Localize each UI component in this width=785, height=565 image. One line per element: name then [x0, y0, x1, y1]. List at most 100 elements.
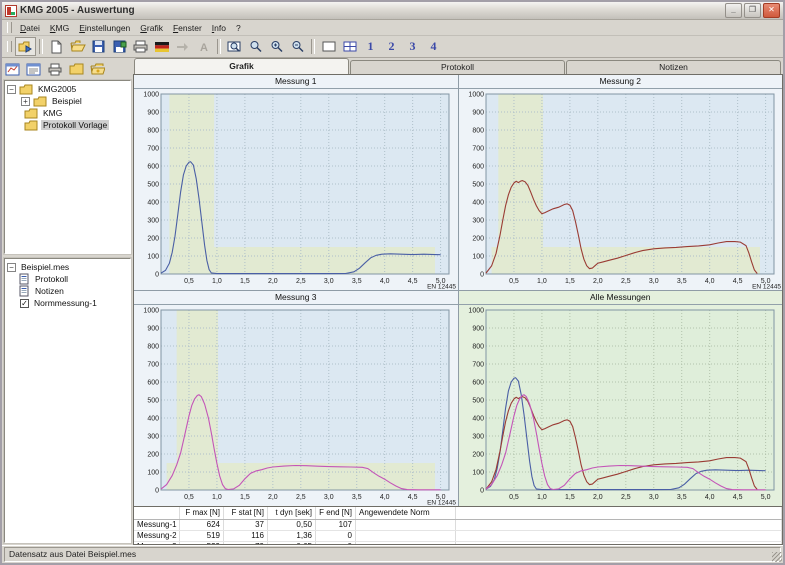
tab-grafik[interactable]: Grafik	[134, 58, 349, 74]
menu-item-einstellungen[interactable]: Einstellungen	[74, 22, 135, 34]
svg-text:0,5: 0,5	[509, 494, 519, 501]
table-header-cell	[456, 507, 782, 519]
new-file-button[interactable]	[46, 37, 67, 56]
table-cell	[456, 542, 782, 544]
font-button[interactable]: A	[193, 37, 214, 56]
svg-text:2,0: 2,0	[268, 278, 278, 285]
explorer-toggle-button[interactable]	[15, 37, 36, 56]
table-row-label[interactable]: Messung-2	[134, 531, 180, 541]
svg-text:1,5: 1,5	[565, 278, 575, 285]
chart-plot[interactable]: 010020030040050060070080090010000,51,01,…	[134, 89, 458, 289]
tree-item-beispiel[interactable]: + Beispiel	[5, 95, 130, 107]
table-cell: 107	[316, 520, 356, 530]
tree-item-label: Normmessung-1	[32, 298, 99, 308]
collapse-icon[interactable]: −	[7, 263, 16, 272]
view-1-button[interactable]: 1	[360, 37, 381, 56]
zoom-in-button[interactable]	[266, 37, 287, 56]
tab-protokoll[interactable]: Protokoll	[350, 60, 565, 74]
menu-item-kmg[interactable]: KMG	[45, 22, 74, 34]
view-4-button[interactable]: 4	[423, 37, 444, 56]
table-row-label[interactable]: Messung-3	[134, 542, 180, 544]
folder-button[interactable]	[67, 62, 85, 77]
svg-text:0,5: 0,5	[184, 278, 194, 285]
svg-text:0,5: 0,5	[509, 278, 519, 285]
svg-text:800: 800	[147, 128, 159, 135]
view-quad-button[interactable]	[339, 37, 360, 56]
menu-item-[interactable]: ?	[231, 22, 246, 34]
folder-open-button[interactable]	[88, 62, 106, 77]
svg-text:300: 300	[147, 434, 159, 441]
svg-text:100: 100	[472, 470, 484, 477]
tree-item-notizen[interactable]: Notizen	[5, 285, 130, 297]
menu-bar: DateiKMGEinstellungenGrafikFensterInfo?	[2, 20, 783, 36]
table-cell: 37	[224, 520, 268, 530]
tree-item-label: Protokoll Vorlage	[41, 120, 109, 130]
language-german-button[interactable]	[151, 37, 172, 56]
printer-small-button[interactable]	[46, 62, 64, 77]
table-cell: 529	[180, 542, 224, 544]
save-button[interactable]	[88, 37, 109, 56]
status-bar: Datensatz aus Datei Beispiel.mes	[2, 545, 783, 563]
table-row: Messung-1624370,50107	[134, 520, 782, 531]
svg-text:0,5: 0,5	[184, 494, 194, 501]
svg-text:4,0: 4,0	[704, 278, 714, 285]
svg-text:3,0: 3,0	[324, 494, 334, 501]
forward-button[interactable]	[172, 37, 193, 56]
close-button[interactable]: ✕	[763, 3, 780, 18]
norm-label: EN 12445	[427, 284, 456, 290]
chart-window-button[interactable]	[4, 62, 22, 77]
open-file-button[interactable]	[67, 37, 88, 56]
title-bar: KMG 2005 - Auswertung _ ❐ ✕	[2, 2, 783, 20]
checkbox-checked-icon[interactable]: ✓	[20, 299, 29, 308]
left-panel: − KMG2005 + Beispiel KMG	[2, 58, 133, 545]
svg-text:3,5: 3,5	[676, 278, 686, 285]
view-single-icon	[322, 41, 336, 52]
zoom-window-button[interactable]	[224, 37, 245, 56]
zoom-button[interactable]	[245, 37, 266, 56]
tree-item-label: Beispiel	[50, 96, 84, 106]
report-window-button[interactable]	[25, 62, 43, 77]
tab-notizen[interactable]: Notizen	[566, 60, 781, 74]
minimize-button[interactable]: _	[725, 3, 742, 18]
window-title: KMG 2005 - Auswertung	[20, 5, 723, 16]
tree-item-file-root[interactable]: − Beispiel.mes	[5, 261, 130, 273]
app-window: KMG 2005 - Auswertung _ ❐ ✕ DateiKMGEins…	[0, 0, 785, 565]
table-header-cell: F stat [N]	[224, 507, 268, 519]
collapse-icon[interactable]: −	[7, 85, 16, 94]
zoom-out-button[interactable]	[287, 37, 308, 56]
view-3-button[interactable]: 3	[402, 37, 423, 56]
table-cell: 0	[316, 531, 356, 541]
tree-item-kmg[interactable]: KMG	[5, 107, 130, 119]
menu-item-datei[interactable]: Datei	[15, 22, 45, 34]
tree-item-normmessung[interactable]: ✓ Normmessung-1	[5, 297, 130, 309]
view-2-button[interactable]: 2	[381, 37, 402, 56]
svg-text:1,0: 1,0	[537, 278, 547, 285]
print-button[interactable]	[130, 37, 151, 56]
resize-grip[interactable]	[772, 552, 782, 562]
tree-item-root[interactable]: − KMG2005	[5, 83, 130, 95]
zoom-icon	[249, 40, 262, 53]
chart-plot[interactable]: 010020030040050060070080090010000,51,01,…	[459, 305, 783, 505]
view-single-button[interactable]	[318, 37, 339, 56]
chart-plot[interactable]: 010020030040050060070080090010000,51,01,…	[459, 89, 783, 289]
save-all-button[interactable]	[109, 37, 130, 56]
svg-text:2,5: 2,5	[620, 494, 630, 501]
svg-text:900: 900	[472, 110, 484, 117]
menu-item-info[interactable]: Info	[207, 22, 231, 34]
svg-text:3,0: 3,0	[324, 278, 334, 285]
svg-text:900: 900	[472, 326, 484, 333]
table-row-label[interactable]: Messung-1	[134, 520, 180, 530]
menu-item-grafik[interactable]: Grafik	[135, 22, 168, 34]
restore-button[interactable]: ❐	[744, 3, 761, 18]
menu-item-fenster[interactable]: Fenster	[168, 22, 207, 34]
table-row: Messung-25191161,360	[134, 531, 782, 542]
tree-item-protokoll-vorlage[interactable]: Protokoll Vorlage	[5, 119, 130, 131]
folder-icon	[69, 63, 84, 75]
save-all-icon	[113, 40, 127, 53]
expand-icon[interactable]: +	[21, 97, 30, 106]
folder-open-icon	[90, 63, 105, 75]
chart-plot[interactable]: 010020030040050060070080090010000,51,01,…	[134, 305, 458, 505]
tree-item-protokoll[interactable]: Protokoll	[5, 273, 130, 285]
svg-text:A: A	[200, 42, 208, 53]
save-icon	[92, 40, 105, 53]
